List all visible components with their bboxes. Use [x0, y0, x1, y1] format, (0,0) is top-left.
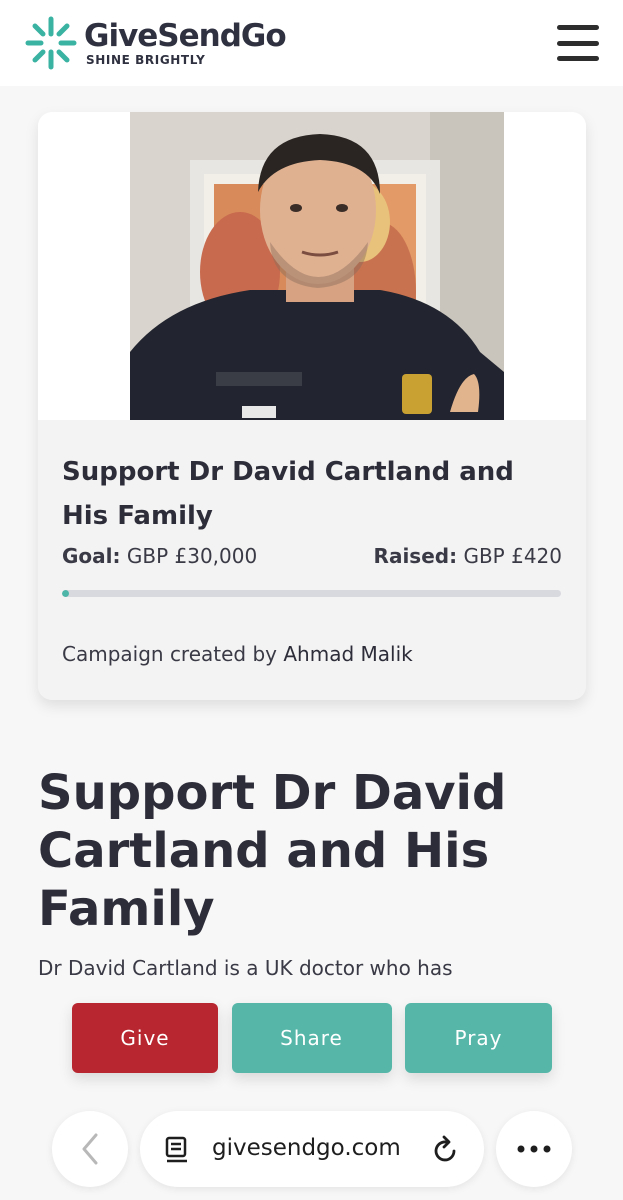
page-title: Support Dr David Cartland and His Family: [38, 765, 507, 937]
campaign-description: Dr David Cartland is a UK doctor who has: [38, 956, 453, 980]
brand-name: GiveSendGo: [84, 18, 287, 54]
raised-value: GBP £420: [463, 544, 562, 568]
goal-label: Goal:: [62, 544, 121, 568]
brand-tagline: SHINE BRIGHTLY: [86, 53, 206, 67]
progress-fill: [62, 590, 69, 597]
goal-stat: Goal: GBP £30,000: [62, 544, 257, 568]
goal-value: GBP £30,000: [126, 544, 258, 568]
reload-icon[interactable]: [432, 1135, 460, 1165]
back-button[interactable]: [52, 1111, 128, 1187]
give-button[interactable]: Give: [72, 1003, 218, 1073]
logo[interactable]: GiveSendGo SHINE BRIGHTLY: [24, 14, 287, 72]
url-text[interactable]: givesendgo.com: [212, 1135, 401, 1161]
creator-name[interactable]: Ahmad Malik: [283, 642, 412, 666]
address-bar[interactable]: givesendgo.com: [140, 1111, 484, 1187]
share-button[interactable]: Share: [231, 1003, 392, 1073]
action-buttons: Give Share Pray: [72, 1003, 552, 1073]
hamburger-menu-icon[interactable]: [557, 25, 599, 61]
campaign-card[interactable]: Support Dr David Cartland and His Family…: [38, 112, 586, 700]
site-header: GiveSendGo SHINE BRIGHTLY: [0, 0, 623, 86]
campaign-photo-image: [130, 112, 504, 420]
browser-toolbar: givesendgo.com: [0, 1100, 623, 1200]
creator-prefix: Campaign created by: [62, 642, 278, 666]
campaign-creator: Campaign created by Ahmad Malik: [62, 642, 413, 666]
more-button[interactable]: [496, 1111, 572, 1187]
campaign-photo: [130, 112, 504, 420]
pray-button[interactable]: Pray: [405, 1003, 552, 1073]
progress-bar: [62, 590, 561, 597]
raised-label: Raised:: [373, 544, 458, 568]
givesendgo-logo-icon: [25, 16, 77, 70]
chevron-left-icon: [82, 1133, 98, 1165]
campaign-info: Support Dr David Cartland and His Family…: [38, 420, 586, 700]
more-dots-icon: [517, 1145, 551, 1153]
campaign-stats: Goal: GBP £30,000 Raised: GBP £420: [62, 544, 562, 568]
campaign-card-title[interactable]: Support Dr David Cartland and His Family: [62, 450, 562, 538]
raised-stat: Raised: GBP £420: [374, 544, 562, 568]
campaign-photo-frame: [38, 112, 586, 420]
reader-mode-icon[interactable]: [164, 1136, 190, 1164]
